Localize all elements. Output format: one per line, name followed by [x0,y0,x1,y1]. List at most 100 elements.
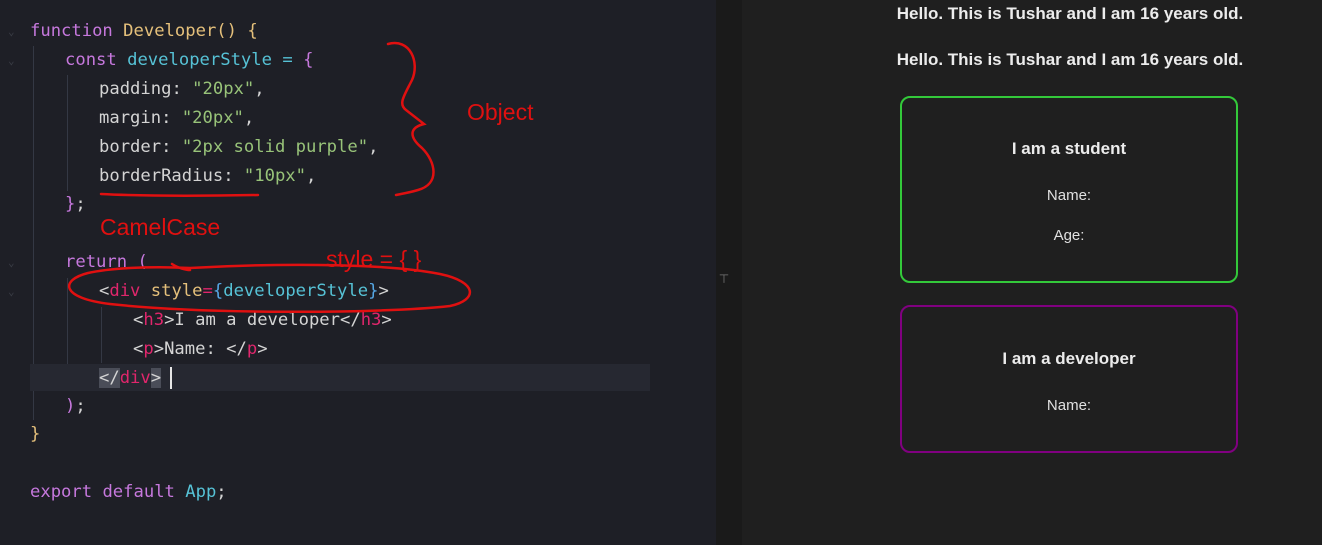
keyword-token: const [65,50,117,70]
equals-token: = [202,281,213,301]
camelcase-annotation-label: CamelCase [100,214,220,240]
paren-token: () [216,21,237,41]
semicolon-token: ; [75,396,86,416]
fold-chevron-icon[interactable]: ⌄ [8,277,22,306]
string-token: "20px" [181,108,244,128]
keyword-token: function [30,21,113,41]
tag-bracket-token: </ [99,368,120,388]
code-line-14: } [30,420,40,449]
object-annotation-label: Object [467,99,534,125]
colon-token: : [161,108,172,128]
tag-name-token: h3 [143,310,165,330]
hello-text-2: Hello. This is Tushar and I am 16 years … [896,50,1244,69]
developer-name-label: Name: [1046,397,1092,414]
identifier-token: App [185,482,217,502]
code-line-10: <h3>I am a developer</h3> [133,306,392,335]
code-line-15: export default App; [30,478,227,507]
style-tick-annotation [170,262,192,272]
semicolon-token: ; [75,194,86,214]
jsx-text-token: I am a developer [174,310,340,330]
colon-token: : [223,166,234,186]
property-token: padding [99,79,172,99]
fold-chevron-icon[interactable]: ⌄ [8,248,22,277]
tag-bracket-token: < [99,281,110,301]
tag-bracket-token: > [150,368,162,388]
preview-pane: Hello. This is Tushar and I am 16 years … [742,0,1322,545]
comma-token: , [254,79,265,99]
brace-token: { [303,50,314,70]
code-editor[interactable]: ⌄ ⌄ ⌄ ⌄ function Developer() { const dev… [0,0,716,545]
brace-token: } [65,194,76,214]
code-line-8: return ( [65,248,148,277]
student-card: I am a student Name: Age: [900,96,1238,283]
style-annotation-label: style = { } [326,246,422,272]
developer-card-title: I am a developer [1002,349,1136,368]
code-line-7: }; [65,190,86,219]
developer-card: I am a developer Name: [900,305,1238,453]
code-line-2: const developerStyle = { [65,46,313,75]
hello-text-1: Hello. This is Tushar and I am 16 years … [896,4,1244,23]
student-age-label: Age: [1053,227,1085,244]
tag-bracket-token: > [381,310,392,330]
keyword-token: default [102,482,175,502]
tag-bracket-token: > [257,339,268,359]
comma-token: , [243,108,255,128]
code-line-13: ); [65,392,86,421]
jsx-text-token: Name: [164,339,227,359]
tag-name-token: div [119,368,151,388]
split-handle-icon[interactable]: ⊤ [718,272,730,286]
string-token: "10px" [243,166,306,186]
tag-bracket-token: < [133,339,144,359]
string-token: "20px" [192,79,255,99]
student-name-label: Name: [1046,187,1092,204]
comma-token: , [368,137,379,157]
indent-guide [101,307,102,363]
variable-token: developerStyle [127,50,272,70]
tag-name-token: p [143,339,154,359]
brace-token: { [247,21,258,41]
code-line-5: border: "2px solid purple", [99,133,378,162]
object-curly-brace-annotation [386,41,435,197]
tag-bracket-token: > [378,281,389,301]
fold-chevron-icon[interactable]: ⌄ [8,46,22,75]
student-card-title: I am a student [1011,139,1127,158]
brace-token: } [368,281,379,301]
property-token: border [99,137,162,157]
semicolon-token: ; [216,482,227,502]
variable-token: developerStyle [223,281,369,301]
paren-token: ( [137,252,148,272]
property-token: borderRadius [99,166,224,186]
tag-bracket-token: < [133,310,144,330]
brace-token: } [30,424,41,444]
string-token: "2px solid purple" [181,137,369,157]
code-line-11: <p>Name: </p> [133,335,268,364]
tag-name-token: div [109,281,141,301]
colon-token: : [171,79,182,99]
paren-token: ) [65,396,76,416]
tag-bracket-token: </ [226,339,247,359]
code-line-6: borderRadius: "10px", [99,162,316,191]
tag-name-token: h3 [360,310,382,330]
tag-name-token: p [246,339,258,359]
keyword-token: return [65,252,128,272]
text-cursor [170,367,172,389]
colon-token: : [161,137,172,157]
comma-token: , [306,166,317,186]
code-line-9: <div style={developerStyle}> [99,277,389,306]
indent-guide [67,75,68,191]
code-line-4: margin: "20px", [99,104,254,133]
function-name-token: Developer [123,21,217,41]
tag-bracket-token: </ [340,310,361,330]
keyword-token: export [30,482,93,502]
code-line-3: padding: "20px", [99,75,265,104]
tag-bracket-token: > [164,310,175,330]
brace-token: { [212,281,224,301]
property-token: margin [99,108,162,128]
code-line-1: function Developer() { [30,17,258,46]
code-line-12: </div> [99,364,162,393]
attribute-token: style [150,281,203,301]
tag-bracket-token: > [153,339,165,359]
fold-chevron-icon[interactable]: ⌄ [8,17,22,46]
camelcase-underline-annotation [99,192,260,197]
operator-token: = [282,50,293,70]
